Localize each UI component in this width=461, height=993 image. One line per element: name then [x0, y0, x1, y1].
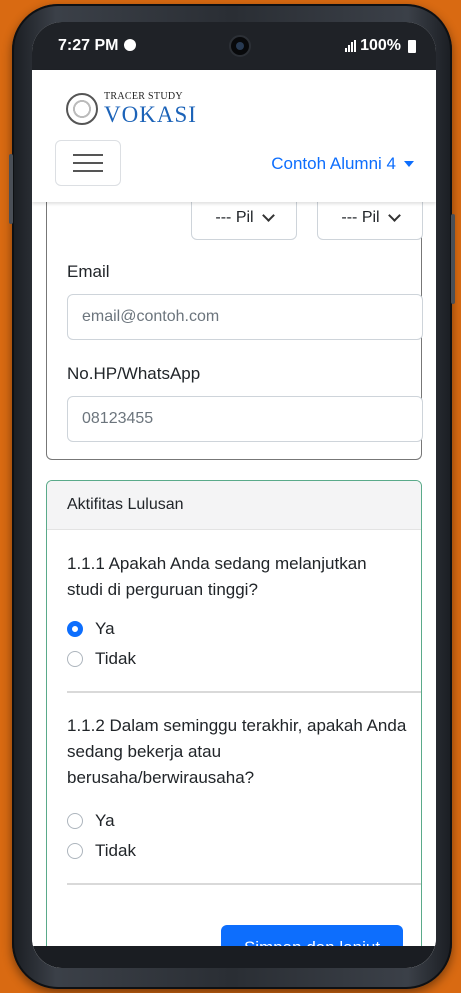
select-2[interactable]: --- Pil: [317, 196, 423, 240]
seal-logo-icon: [66, 93, 98, 125]
q1-option-tidak-label: Tidak: [95, 649, 136, 668]
divider: [67, 691, 421, 693]
phone-label: No.HP/WhatsApp: [67, 364, 201, 383]
volume-button: [9, 154, 13, 224]
radio-icon[interactable]: [67, 843, 83, 859]
question-1-1-2: 1.1.2 Dalam seminggu terakhir, apakah An…: [67, 716, 407, 787]
front-camera: [229, 35, 251, 57]
radio-icon[interactable]: [67, 813, 83, 829]
chevron-down-icon: [261, 209, 275, 222]
chevron-down-icon: [387, 209, 401, 222]
question-1-1-1: 1.1.1 Apakah Anda sedang melanjutkan stu…: [67, 554, 367, 599]
email-label: Email: [67, 262, 110, 281]
email-placeholder: email@contoh.com: [82, 308, 220, 325]
brand-small: TRACER STUDY: [104, 91, 183, 102]
user-dropdown[interactable]: Contoh Alumni 4: [271, 154, 414, 174]
phone-value: 08123455: [82, 410, 154, 427]
brand-link[interactable]: TRACER STUDY VOKASI: [66, 92, 197, 126]
status-right: 100%: [345, 37, 416, 55]
brand-big: VOKASI: [104, 102, 197, 127]
activity-card: Aktifitas Lulusan 1.1.1 Apakah Anda seda…: [46, 480, 422, 968]
caret-down-icon: [404, 161, 414, 167]
menu-toggle-button[interactable]: [55, 140, 121, 186]
q2-option-ya[interactable]: Ya: [67, 811, 115, 831]
power-button: [451, 214, 455, 304]
select-1[interactable]: --- Pil: [191, 196, 297, 240]
navbar: TRACER STUDY VOKASI Contoh Alumni 4: [32, 70, 436, 202]
status-time: 7:27 PM: [58, 37, 137, 55]
contact-card: --- Pil --- Pil Email email@contoh.com N…: [46, 182, 423, 460]
user-name: Contoh Alumni 4: [271, 154, 396, 173]
radio-checked-icon[interactable]: [67, 621, 83, 637]
q2-option-tidak[interactable]: Tidak: [67, 841, 136, 861]
radio-icon[interactable]: [67, 651, 83, 667]
email-field[interactable]: email@contoh.com: [67, 294, 423, 340]
select-1-value: --- Pil: [215, 209, 254, 226]
q2-option-tidak-label: Tidak: [95, 841, 136, 860]
select-2-value: --- Pil: [341, 209, 380, 226]
brand-text: TRACER STUDY VOKASI: [104, 91, 197, 127]
battery-percent: 100%: [360, 37, 401, 54]
status-bar: 7:27 PM 100%: [32, 22, 436, 70]
activity-card-header: Aktifitas Lulusan: [47, 481, 421, 530]
phone-field[interactable]: 08123455: [67, 396, 423, 442]
bottom-bezel: [32, 946, 436, 968]
q2-option-ya-label: Ya: [95, 811, 115, 830]
q1-option-ya[interactable]: Ya: [67, 619, 115, 639]
q1-option-tidak[interactable]: Tidak: [67, 649, 136, 669]
battery-icon: [408, 39, 416, 53]
spotify-icon: [124, 39, 137, 51]
q1-option-ya-label: Ya: [95, 619, 115, 638]
phone-screen: 7:27 PM 100% TRACER STUDY VOKASI Contoh …: [32, 22, 436, 968]
divider: [67, 883, 421, 885]
signal-icon: [345, 40, 357, 52]
page-content: --- Pil --- Pil Email email@contoh.com N…: [32, 182, 436, 968]
hamburger-icon: [73, 154, 103, 156]
time-text: 7:27 PM: [58, 37, 119, 54]
